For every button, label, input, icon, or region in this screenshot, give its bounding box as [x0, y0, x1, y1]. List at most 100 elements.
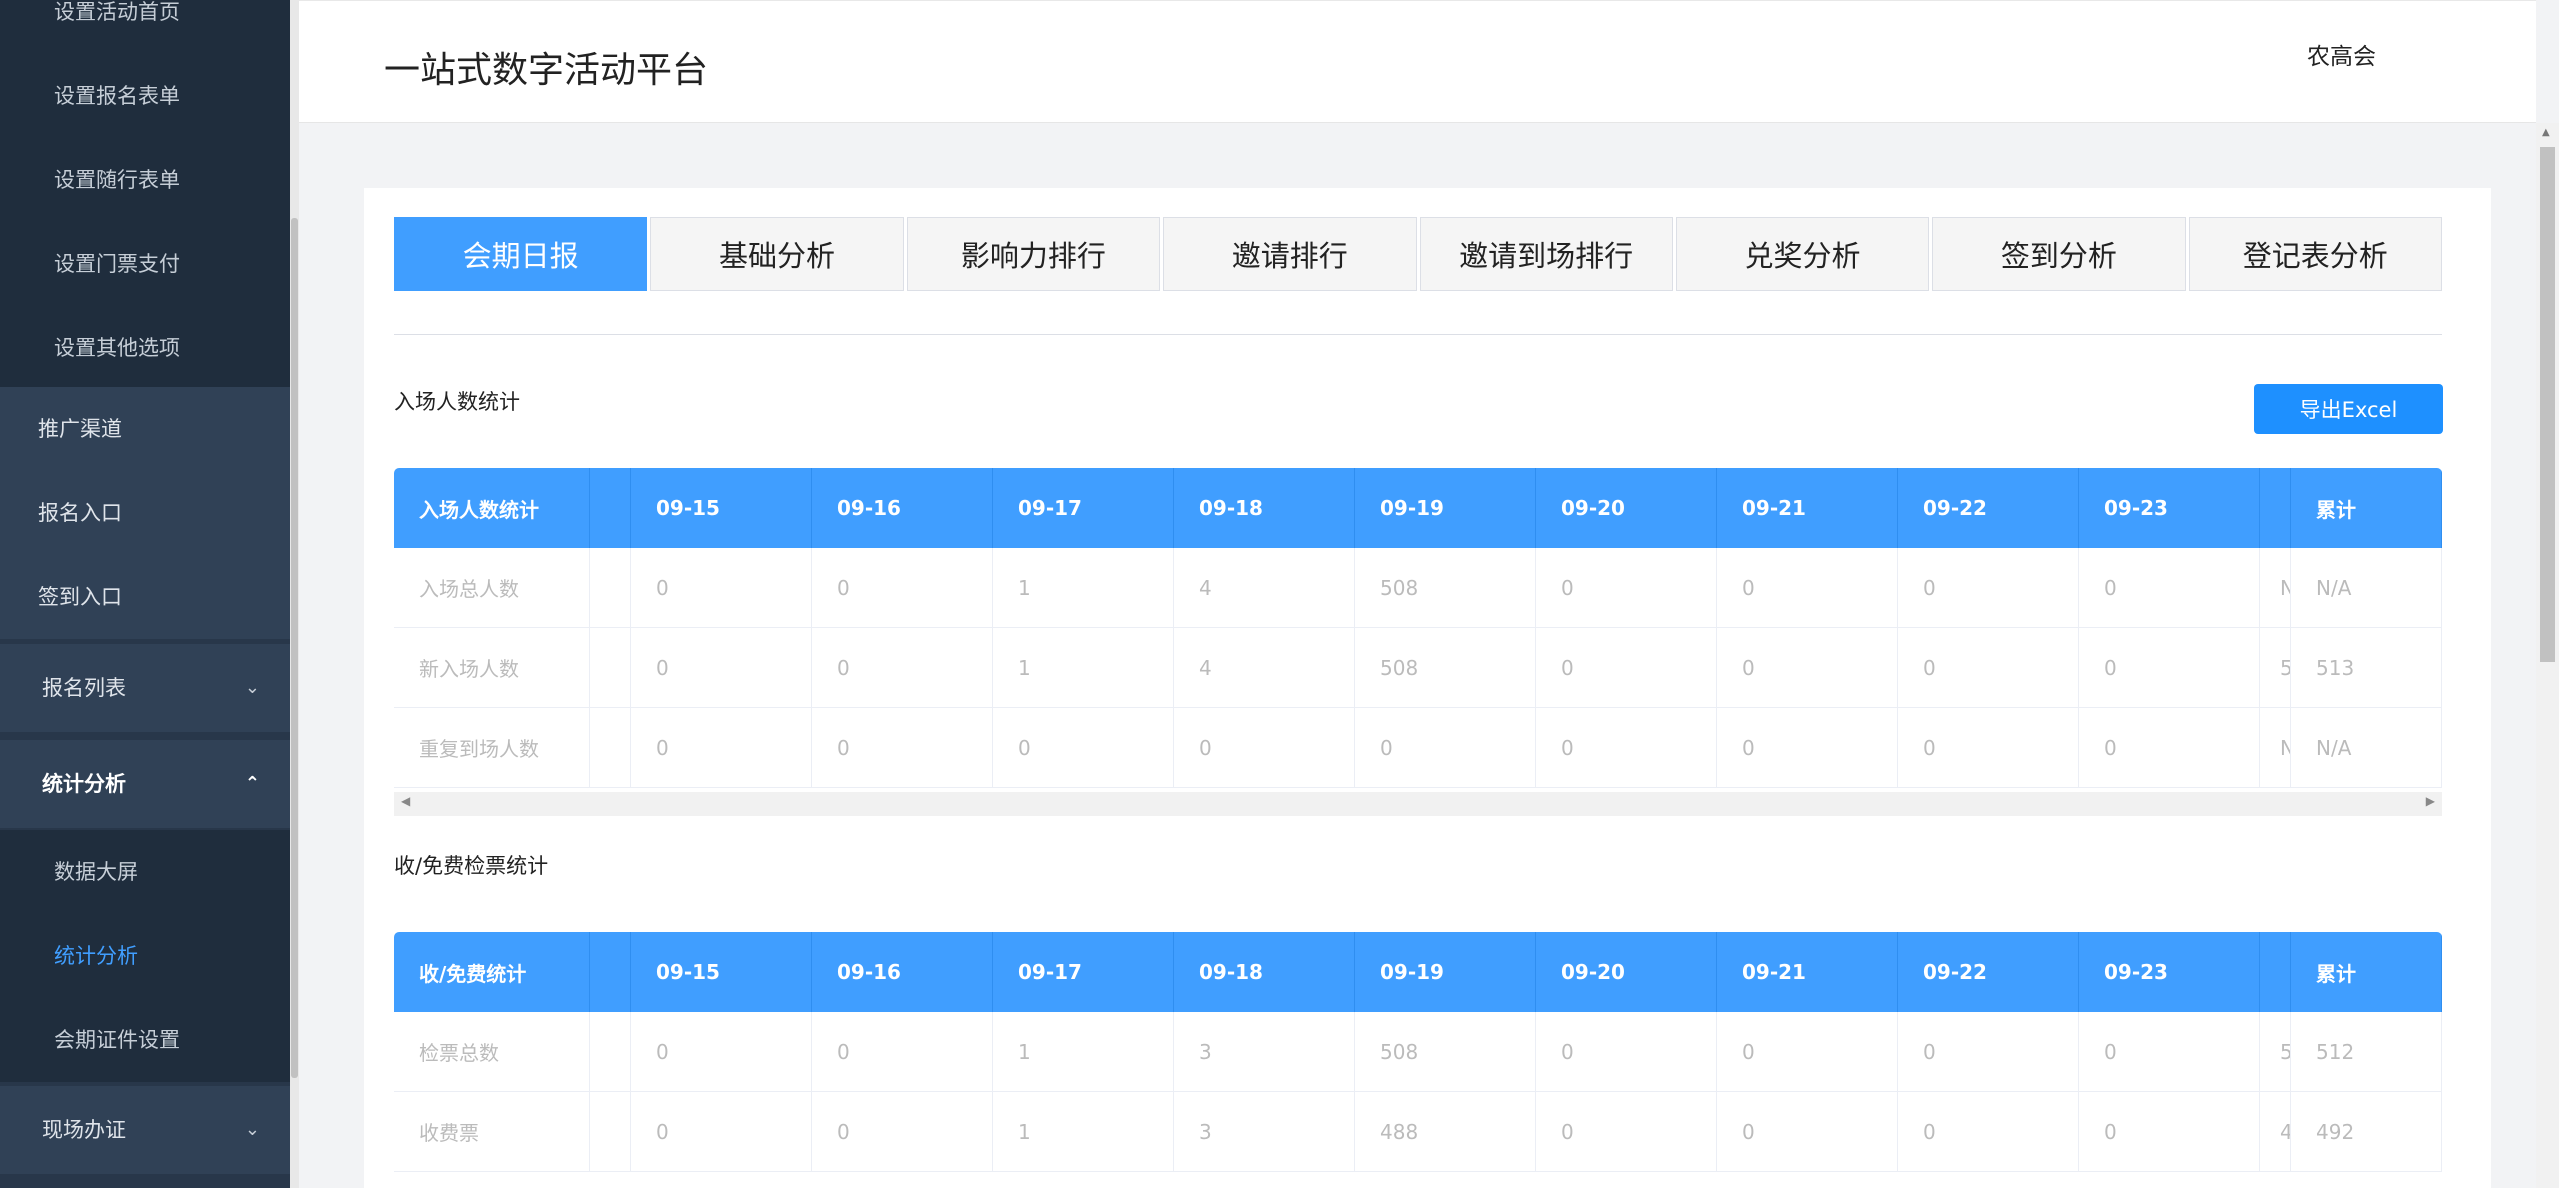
section-title-entry: 入场人数统计 [394, 390, 520, 414]
sidebar-subitem-badge-settings[interactable]: 会期证件设置 [0, 998, 290, 1082]
table-cell: N/A [2291, 708, 2442, 787]
table-row: 重复到场人数000000000NN/A [394, 708, 2442, 788]
tab-daily-report[interactable]: 会期日报 [394, 217, 648, 291]
table-cell: 0 [631, 628, 812, 707]
table-cell: 0 [1717, 548, 1898, 627]
sidebar-subitem-ticket-payment[interactable]: 设置门票支付 [0, 222, 290, 306]
page-scrollbar-thumb[interactable] [2540, 147, 2555, 662]
column-header: 09-22 [1898, 932, 2079, 1012]
tab-basic-analysis[interactable]: 基础分析 [650, 217, 904, 291]
chevron-up-icon: ⌃ [244, 773, 260, 794]
tab-bar: 会期日报 基础分析 影响力排行 邀请排行 邀请到场排行 兑奖分析 签到分析 登记… [394, 217, 2442, 291]
sidebar-item-checkin-entry[interactable]: 签到入口 [0, 555, 290, 639]
table-cell: 重复到场人数 [394, 708, 590, 787]
sidebar-subitem-statistics[interactable]: 统计分析 [0, 914, 290, 998]
sidebar-item-onsite-badge[interactable]: 现场办证 ⌄ [0, 1086, 290, 1174]
column-header: 09-15 [631, 932, 812, 1012]
table-cell: 0 [2079, 628, 2260, 707]
scroll-left-icon[interactable]: ◀ [401, 794, 410, 808]
column-header: 09-17 [993, 932, 1174, 1012]
column-header [590, 932, 631, 1012]
table-cell: 入场总人数 [394, 548, 590, 627]
sidebar-item-signup-entry[interactable]: 报名入口 [0, 471, 290, 555]
table-cell: 0 [631, 708, 812, 787]
sidebar-scrollbar-thumb[interactable] [291, 218, 298, 1078]
content-panel: 会期日报 基础分析 影响力排行 邀请排行 邀请到场排行 兑奖分析 签到分析 登记… [364, 188, 2491, 1188]
table-cell: 492 [2291, 1092, 2442, 1171]
tab-invite-ranking[interactable]: 邀请排行 [1163, 217, 1417, 291]
column-header: 09-15 [631, 468, 812, 548]
tab-influence-ranking[interactable]: 影响力排行 [906, 217, 1161, 291]
tab-prize-analysis[interactable]: 兑奖分析 [1675, 217, 1930, 291]
scroll-right-icon[interactable]: ▶ [2426, 794, 2435, 808]
table-cell: N [2260, 548, 2291, 627]
column-header: 09-19 [1355, 932, 1536, 1012]
table-cell: 0 [1898, 1092, 2079, 1171]
sidebar-subitem-data-screen[interactable]: 数据大屏 [0, 830, 290, 914]
tab-register-analysis[interactable]: 登记表分析 [2188, 217, 2442, 291]
table-cell: 0 [1536, 548, 1717, 627]
table-cell: 0 [631, 1012, 812, 1091]
sidebar-item-signup-list[interactable]: 报名列表 ⌄ [0, 644, 290, 732]
table-cell [590, 1092, 631, 1171]
sidebar-item-label: 现场办证 [42, 1118, 126, 1142]
table-cell: 0 [1536, 628, 1717, 707]
table-cell: 3 [1174, 1012, 1355, 1091]
sidebar-item-promotion[interactable]: 推广渠道 [0, 387, 290, 471]
column-header: 09-23 [2079, 932, 2260, 1012]
table-cell: 5 [2260, 1012, 2291, 1091]
column-header: 09-18 [1174, 932, 1355, 1012]
divider [394, 334, 2442, 335]
tab-invite-arrival-ranking[interactable]: 邀请到场排行 [1419, 217, 1673, 291]
scroll-up-icon[interactable]: ▲ [2542, 127, 2550, 138]
page-scrollbar[interactable]: ▲ [2536, 123, 2559, 1188]
table-cell: 0 [1898, 628, 2079, 707]
table-cell: 512 [2291, 1012, 2442, 1091]
column-header: 09-23 [2079, 468, 2260, 548]
column-header [2260, 932, 2291, 1012]
table-cell: 4 [1174, 548, 1355, 627]
table-cell: 0 [993, 708, 1174, 787]
page-title: 一站式数字活动平台 [384, 50, 709, 91]
table-cell: 3 [1174, 1092, 1355, 1171]
table-cell: N/A [2291, 548, 2442, 627]
table-cell: 0 [1717, 1012, 1898, 1091]
table-cell: 508 [1355, 628, 1536, 707]
table-cell: 新入场人数 [394, 628, 590, 707]
column-header: 09-17 [993, 468, 1174, 548]
table-cell [590, 1012, 631, 1091]
table-cell: 0 [812, 708, 993, 787]
sidebar-item-statistics[interactable]: 统计分析 ⌃ [0, 740, 290, 828]
table-row: 入场总人数00145080000NN/A [394, 548, 2442, 628]
table-cell: 4 [2260, 1092, 2291, 1171]
column-header: 09-21 [1717, 468, 1898, 548]
user-name[interactable]: 农高会 [2307, 37, 2376, 71]
tab-checkin-analysis[interactable]: 签到分析 [1932, 217, 2186, 291]
table-horizontal-scrollbar[interactable]: ◀ ▶ [394, 792, 2442, 816]
table-cell: 0 [812, 1092, 993, 1171]
table-cell: 0 [1717, 628, 1898, 707]
table-cell: 488 [1355, 1092, 1536, 1171]
sidebar-subitem-companion-form[interactable]: 设置随行表单 [0, 138, 290, 222]
column-header: 09-22 [1898, 468, 2079, 548]
sidebar-item-label: 签到入口 [38, 585, 122, 609]
table-row: 检票总数001350800005512 [394, 1012, 2442, 1092]
table-cell: 1 [993, 1012, 1174, 1091]
sidebar-subitem-other-options[interactable]: 设置其他选项 [0, 306, 290, 390]
table-cell: 0 [1898, 1012, 2079, 1091]
sidebar-subitem-signup-form[interactable]: 设置报名表单 [0, 54, 290, 138]
chevron-down-icon: ⌄ [244, 1119, 260, 1140]
table-cell: 0 [1355, 708, 1536, 787]
table-cell: 513 [2291, 628, 2442, 707]
sidebar-subitem-activity-home[interactable]: 设置活动首页 [0, 0, 290, 54]
table-cell: 0 [1536, 1012, 1717, 1091]
column-header: 入场人数统计 [394, 468, 590, 548]
sidebar-scrollbar[interactable] [290, 0, 299, 1188]
table-row: 新入场人数001450800005513 [394, 628, 2442, 708]
table-cell: 1 [993, 548, 1174, 627]
table-cell: 收费票 [394, 1092, 590, 1171]
export-excel-button[interactable]: 导出Excel [2254, 384, 2443, 434]
table-cell: 0 [631, 1092, 812, 1171]
table-cell: 1 [993, 628, 1174, 707]
table-row: 收费票001348800004492 [394, 1092, 2442, 1172]
